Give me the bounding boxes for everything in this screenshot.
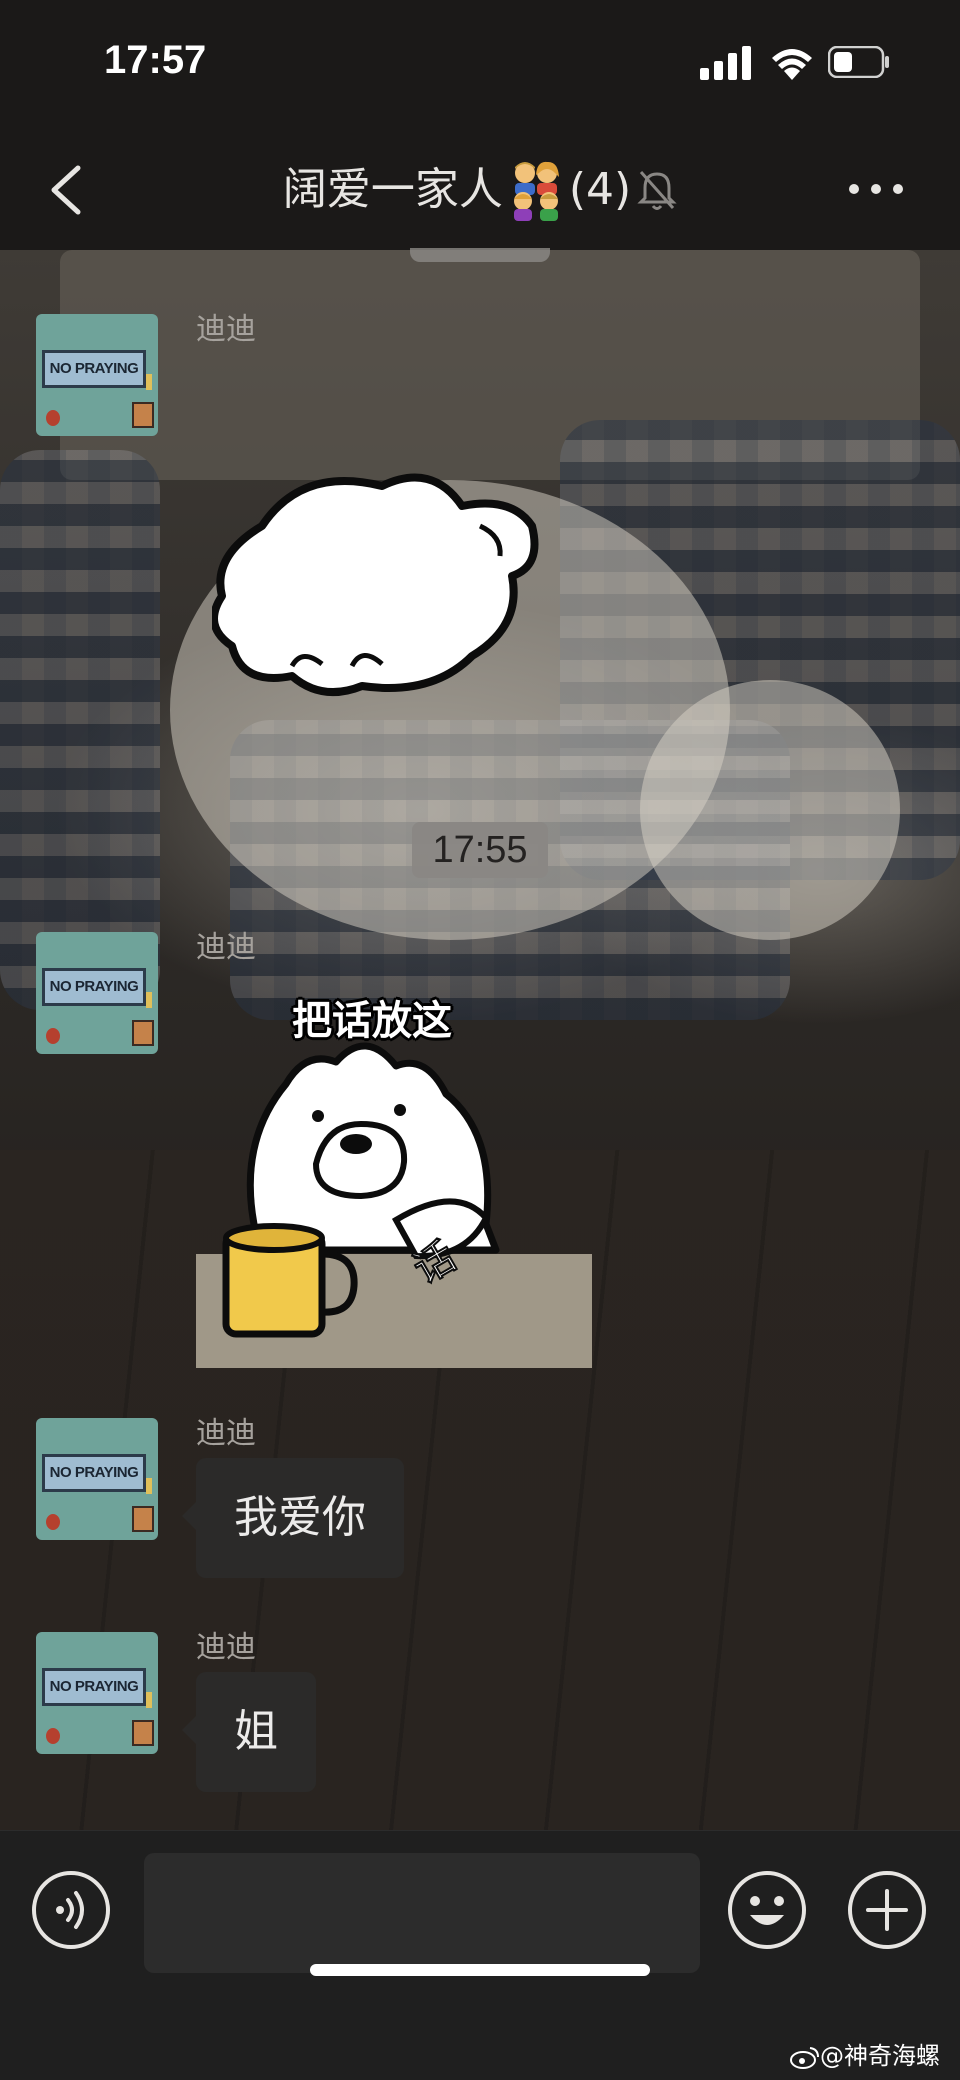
message-input[interactable]	[144, 1853, 700, 1973]
chat-header: 阔爱一家人 (4)	[0, 130, 960, 250]
sender-name: 迪迪	[196, 1630, 256, 1665]
voice-icon[interactable]	[30, 1869, 112, 1951]
watermark: @神奇海螺	[790, 2036, 940, 2071]
avatar[interactable]: NO PRAYING	[36, 1418, 158, 1540]
home-indicator[interactable]	[310, 1964, 650, 1976]
sender-name: 迪迪	[196, 1416, 256, 1451]
previous-message-edge	[410, 248, 550, 262]
text-message-bubble[interactable]: 姐	[182, 1672, 316, 1792]
wifi-icon	[772, 49, 812, 80]
battery-icon	[828, 46, 889, 78]
message-timestamp: 17:55	[412, 822, 548, 878]
sticker-caption: 把话放这	[292, 998, 452, 1044]
sender-name: 迪迪	[196, 930, 256, 965]
sender-name: 迪迪	[196, 312, 256, 347]
smile-emoji-icon[interactable]	[726, 1869, 808, 1951]
chat-title[interactable]: 阔爱一家人 (4)	[0, 148, 960, 230]
group-name: 阔爱一家人	[282, 164, 503, 215]
plus-icon[interactable]	[846, 1869, 928, 1951]
signal-icon	[700, 46, 751, 80]
status-bar: 17:57	[0, 0, 960, 130]
avatar[interactable]: NO PRAYING	[36, 932, 158, 1054]
white-bear-sticker[interactable]	[212, 466, 542, 706]
avatar[interactable]: NO PRAYING	[36, 1632, 158, 1754]
more-dots-icon[interactable]	[846, 174, 906, 204]
text-message-bubble[interactable]: 我爱你	[182, 1458, 404, 1578]
weibo-logo-icon	[790, 2047, 819, 2069]
member-count: (4)	[568, 164, 632, 215]
status-time: 17:57	[104, 38, 207, 82]
family-emoji-icon	[513, 161, 559, 221]
avatar[interactable]: NO PRAYING	[36, 314, 158, 436]
bell-slash-icon	[637, 171, 677, 210]
